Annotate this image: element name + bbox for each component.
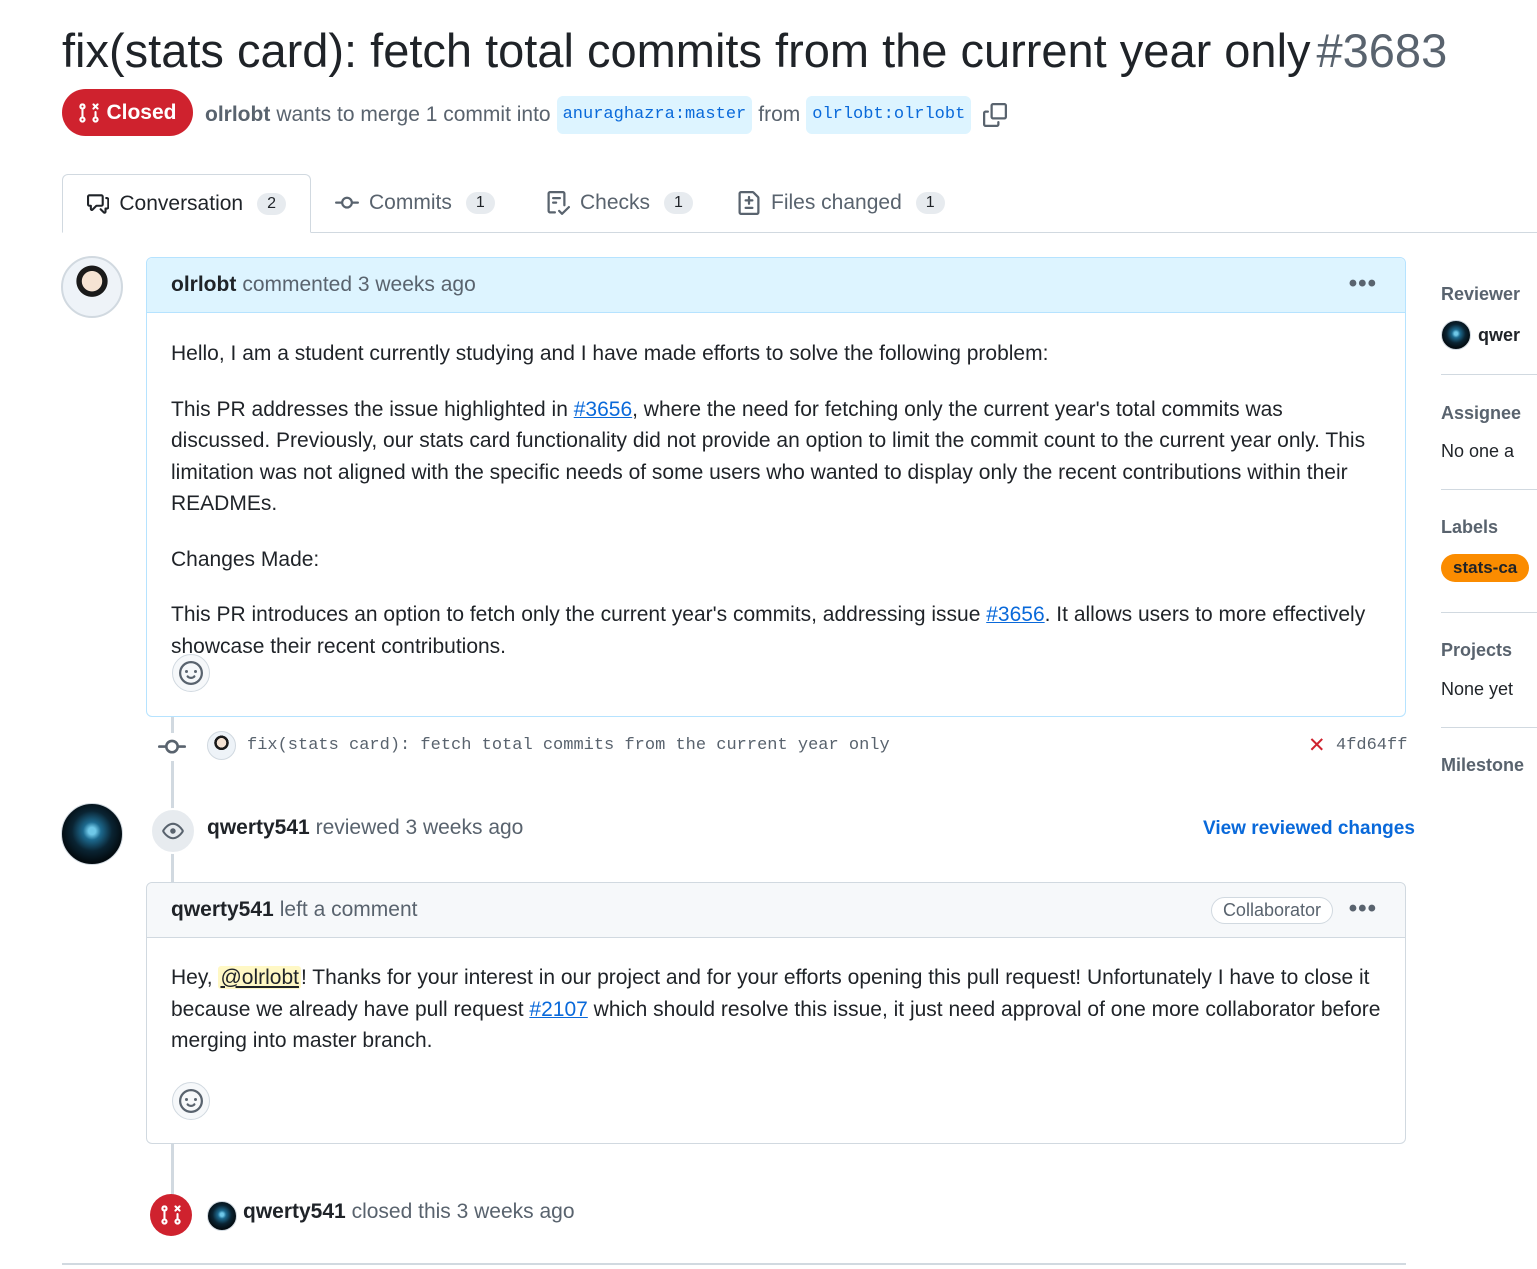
review-event: qwerty541 reviewed 3 weeks ago	[207, 816, 523, 840]
reviewer-name[interactable]: qwerty541	[207, 816, 310, 839]
tab-commits-label: Commits	[369, 191, 452, 214]
user-mention[interactable]: @olrlobt	[218, 966, 301, 989]
comment-author[interactable]: qwerty541	[171, 898, 274, 922]
checklist-icon	[547, 191, 570, 215]
comment-header: qwerty541 left a comment Collaborator ••…	[147, 883, 1405, 938]
smiley-icon	[179, 1089, 203, 1113]
tab-files-changed[interactable]: Files changed 1	[713, 174, 969, 232]
tab-conversation-label: Conversation	[119, 191, 244, 215]
commit-node	[157, 733, 187, 761]
pr-closed-icon	[161, 1205, 181, 1225]
sidebar-milestone-heading[interactable]: Milestone	[1441, 755, 1524, 776]
tab-files-label: Files changed	[771, 191, 902, 214]
sidebar-divider	[1441, 727, 1537, 728]
comment-paragraph: Hey, @olrlobt! Thanks for your interest …	[171, 962, 1381, 1057]
commit-icon	[335, 196, 359, 209]
smiley-icon	[179, 661, 203, 685]
pull-request-link[interactable]: #2107	[529, 998, 587, 1021]
text-span: This PR addresses the issue highlighted …	[171, 397, 574, 421]
sidebar-divider	[1441, 489, 1537, 490]
head-branch[interactable]: olrlobt:olrlobt	[806, 96, 972, 134]
pr-author-link[interactable]: olrlobt	[205, 99, 270, 131]
collaborator-badge: Collaborator	[1210, 897, 1333, 924]
comment-paragraph: Changes Made:	[171, 547, 320, 571]
issue-link[interactable]: #3656	[986, 603, 1044, 626]
comment-body: Hello, I am a student currently studying…	[147, 338, 1405, 662]
tab-checks[interactable]: Checks 1	[522, 174, 717, 232]
file-diff-icon	[738, 191, 760, 215]
merge-text: wants to merge 1 commit into	[276, 103, 551, 126]
avatar[interactable]	[61, 803, 123, 865]
closer-name[interactable]: qwerty541	[243, 1200, 346, 1223]
pr-closed-icon	[79, 102, 100, 123]
sidebar-projects-heading[interactable]: Projects	[1441, 640, 1512, 661]
comment-action: commented 3 weeks ago	[242, 273, 476, 296]
tab-checks-count: 1	[664, 192, 693, 214]
comment-body: Hey, @olrlobt! Thanks for your interest …	[147, 962, 1405, 1057]
from-text: from	[758, 103, 801, 126]
tab-conversation[interactable]: Conversation 2	[62, 174, 311, 233]
sidebar-divider	[1441, 612, 1537, 613]
comment-paragraph: Hello, I am a student currently studying…	[171, 342, 1049, 365]
reviewer-name[interactable]: qwer	[1478, 325, 1520, 346]
state-label: Closed	[106, 100, 177, 124]
kebab-menu-icon[interactable]: •••	[1349, 895, 1377, 923]
sidebar-labels-heading[interactable]: Labels	[1441, 517, 1498, 538]
sidebar-reviewers-heading[interactable]: Reviewer	[1441, 284, 1520, 305]
projects-value: None yet	[1441, 679, 1514, 699]
add-reaction-button[interactable]	[172, 654, 210, 692]
text-span: This PR introduces an option to fetch on…	[171, 603, 987, 626]
pr-meta: olrlobt wants to merge 1 commit into anu…	[205, 96, 1008, 134]
issue-link[interactable]: #3656	[574, 398, 632, 421]
comment-action: left a comment	[279, 898, 418, 921]
tab-commits[interactable]: Commits 1	[311, 174, 519, 232]
pr-title: fix(stats card): fetch total commits fro…	[62, 22, 1447, 80]
comment-box-qwerty541: qwerty541 left a comment Collaborator ••…	[146, 882, 1406, 1144]
eye-icon	[162, 822, 184, 840]
add-reaction-button[interactable]	[172, 1082, 210, 1120]
tab-conversation-count: 2	[257, 192, 286, 215]
avatar[interactable]	[207, 731, 236, 760]
avatar[interactable]	[61, 256, 123, 318]
comment-paragraph: This PR addresses the issue highlighted …	[171, 394, 1381, 520]
tab-files-count: 1	[915, 192, 945, 214]
commit-message[interactable]: fix(stats card): fetch total commits fro…	[247, 736, 890, 755]
state-badge: Closed	[62, 89, 193, 136]
comment-box-olrlobt: olrlobt commented 3 weeks ago ••• Hello,…	[146, 257, 1406, 717]
avatar[interactable]	[1441, 320, 1471, 350]
assignees-value: No one a	[1441, 441, 1515, 461]
comment-author[interactable]: olrlobt	[171, 273, 236, 297]
closed-event-badge	[150, 1194, 192, 1236]
sidebar-assignees-heading[interactable]: Assignee	[1441, 403, 1521, 424]
text-span: Hey,	[171, 966, 219, 989]
closed-action: closed this 3 weeks ago	[351, 1200, 575, 1223]
review-action: reviewed 3 weeks ago	[315, 816, 524, 839]
view-reviewed-changes-link[interactable]: View reviewed changes	[1203, 818, 1415, 840]
kebab-menu-icon[interactable]: •••	[1349, 270, 1377, 298]
pr-number: #3683	[1316, 24, 1448, 77]
comment-paragraph: This PR introduces an option to fetch on…	[171, 599, 1381, 662]
tab-checks-label: Checks	[580, 191, 651, 214]
commit-sha[interactable]: 4fd64ff	[1336, 736, 1407, 755]
review-badge	[150, 808, 196, 854]
commit-status-x-icon[interactable]: ✕	[1308, 733, 1326, 758]
label-pill[interactable]: stats-ca	[1441, 554, 1530, 582]
tab-commits-count: 1	[465, 192, 495, 214]
timeline-divider	[62, 1263, 1406, 1265]
copy-icon[interactable]	[983, 103, 1008, 127]
sidebar-divider	[1441, 374, 1537, 375]
closed-event: qwerty541 closed this 3 weeks ago	[243, 1200, 575, 1224]
base-branch[interactable]: anuraghazra:master	[556, 96, 753, 134]
conversation-icon	[87, 193, 110, 214]
avatar[interactable]	[207, 1201, 237, 1231]
comment-header: olrlobt commented 3 weeks ago •••	[147, 258, 1405, 313]
commit-icon	[158, 739, 186, 754]
pr-title-text: fix(stats card): fetch total commits fro…	[62, 24, 1311, 77]
